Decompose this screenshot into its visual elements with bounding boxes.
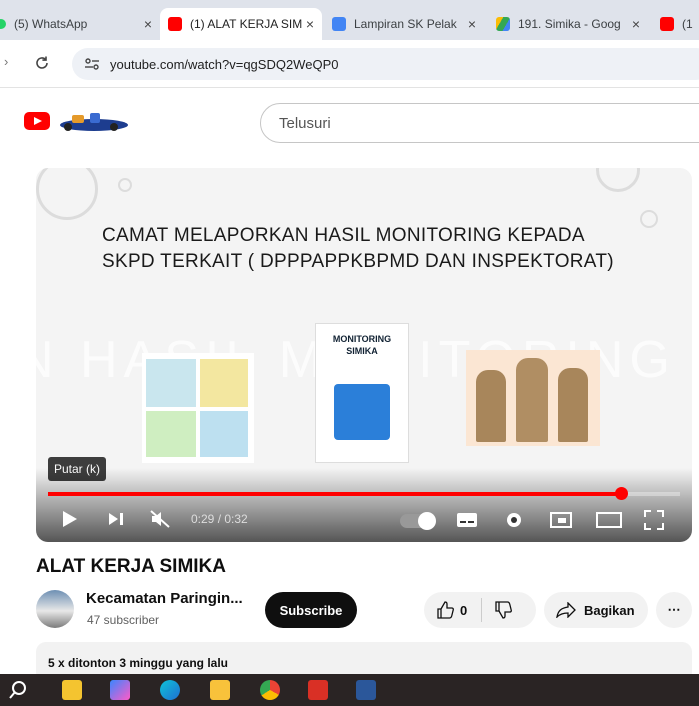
slide-title-line: SKPD TERKAIT ( DPPPAPPKBPMD DAN INSPEKTO… (102, 251, 614, 272)
view-count-date: 5 x ditonton 3 minggu yang lalu (48, 656, 229, 670)
search-placeholder: Telusuri (279, 114, 331, 132)
browser-tab-strip: (5) WhatsApp × (1) ALAT KERJA SIM × Lamp… (0, 0, 699, 40)
drive-icon (496, 17, 510, 31)
chrome-browser-icon[interactable] (260, 680, 280, 700)
reload-icon[interactable] (34, 55, 50, 71)
close-icon[interactable]: × (306, 16, 314, 32)
doodle-logo-icon[interactable] (56, 107, 132, 133)
poster-title: SIMIKA (346, 346, 378, 356)
play-icon[interactable] (62, 510, 78, 528)
slide-title-line: CAMAT MELAPORKAN HASIL MONITORING KEPADA (102, 225, 585, 246)
bubble-decoration (596, 168, 640, 192)
video-player[interactable]: CAMAT MELAPORKAN HASIL MONITORING KEPADA… (36, 168, 692, 542)
autoplay-toggle[interactable] (400, 512, 436, 530)
player-controls: 0:29 / 0:32 (36, 468, 692, 542)
poster-title: MONITORING (332, 334, 392, 344)
subtitles-icon[interactable] (456, 512, 478, 528)
url-text: youtube.com/watch?v=qgSDQ2WeQP0 (110, 56, 339, 72)
search-icon[interactable] (8, 680, 28, 700)
windows-taskbar (0, 674, 699, 706)
share-icon (556, 602, 576, 618)
share-button[interactable]: Bagikan (544, 592, 648, 628)
bubble-decoration (36, 168, 98, 220)
youtube-logo-icon[interactable] (24, 112, 50, 130)
bubble-decoration (118, 178, 132, 192)
theater-mode-icon[interactable] (596, 512, 622, 528)
tab-lampiran[interactable]: Lampiran SK Pelak × (324, 8, 484, 40)
close-icon[interactable]: × (468, 16, 476, 32)
channel-avatar[interactable] (36, 590, 74, 628)
youtube-icon (168, 17, 182, 31)
share-label: Bagikan (584, 602, 635, 618)
address-bar: › youtube.com/watch?v=qgSDQ2WeQP0 (0, 40, 699, 88)
tab-label: Lampiran SK Pelak (354, 17, 457, 31)
tab-label: 191. Simika - Goog (518, 17, 621, 31)
edge-browser-icon[interactable] (160, 680, 180, 700)
progress-bar[interactable] (48, 487, 680, 500)
word-app-icon[interactable] (356, 680, 376, 700)
scrubber-handle[interactable] (614, 487, 628, 500)
youtube-icon (660, 17, 674, 31)
site-settings-icon[interactable] (84, 57, 100, 71)
video-title: ALAT KERJA SIMIKA (36, 556, 226, 577)
mute-icon[interactable] (150, 510, 170, 528)
subscriber-count: 47 subscriber (87, 613, 160, 627)
divider (481, 598, 483, 622)
time-display: 0:29 / 0:32 (191, 512, 248, 526)
more-actions-button[interactable]: ⋯ (656, 592, 692, 628)
next-icon[interactable] (108, 512, 124, 526)
tab-simika-drive[interactable]: 191. Simika - Goog × (488, 8, 648, 40)
youtube-header: Telusuri (0, 89, 699, 159)
url-field[interactable]: youtube.com/watch?v=qgSDQ2WeQP0 (72, 48, 699, 80)
search-input[interactable]: Telusuri (260, 103, 699, 143)
tab-label: (1 (682, 17, 693, 31)
file-explorer-icon[interactable] (210, 680, 230, 700)
tab-whatsapp[interactable]: (5) WhatsApp × (0, 8, 160, 40)
tab-label: (5) WhatsApp (14, 17, 88, 31)
progress-fill (48, 492, 621, 496)
thumbs-up-icon[interactable] (436, 601, 454, 619)
like-dislike-group: 0 (424, 592, 536, 628)
close-icon[interactable]: × (632, 16, 640, 32)
tab-youtube-active[interactable]: (1) ALAT KERJA SIM × (160, 8, 322, 40)
officials-illustration (466, 350, 600, 446)
thumbs-down-icon[interactable] (494, 601, 513, 619)
docs-icon (332, 17, 346, 31)
whatsapp-icon (0, 19, 6, 29)
illustration-collage (142, 353, 254, 463)
settings-gear-icon[interactable] (504, 510, 524, 530)
pdf-app-icon[interactable] (308, 680, 328, 700)
close-icon[interactable]: × (144, 16, 152, 32)
like-count: 0 (460, 602, 468, 618)
tab-label: (1) ALAT KERJA SIM (190, 17, 303, 31)
calendar-app-icon[interactable] (62, 680, 82, 700)
more-icon: ⋯ (667, 602, 681, 617)
subscribe-button[interactable]: Subscribe (265, 592, 357, 628)
slide-title: CAMAT MELAPORKAN HASIL MONITORING KEPADA… (102, 223, 682, 275)
tab-youtube-2[interactable]: (1 (652, 8, 699, 40)
miniplayer-icon[interactable] (550, 512, 572, 528)
forward-icon[interactable]: › (4, 54, 8, 69)
channel-name[interactable]: Kecamatan Paringin... (86, 590, 243, 607)
poster-illustration: MONITORING SIMIKA (315, 323, 409, 463)
fullscreen-icon[interactable] (644, 510, 664, 530)
m365-icon[interactable] (110, 680, 130, 700)
